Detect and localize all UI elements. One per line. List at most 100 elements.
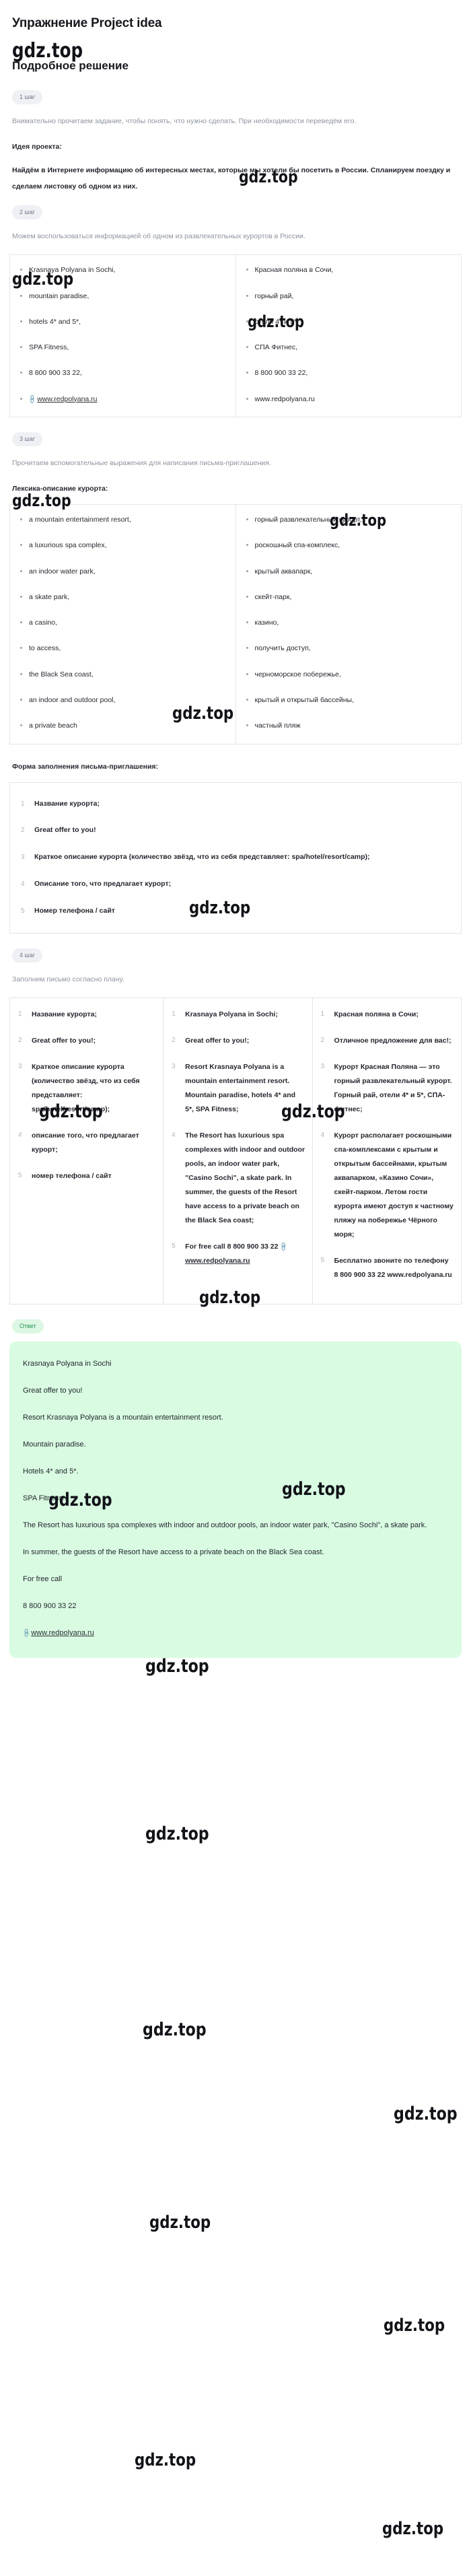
solution-page: Упражнение Project idea Подробное решени… — [0, 0, 471, 2539]
list-item: описание того, что предлагает курорт; — [18, 1129, 139, 1154]
list-item: скейт-парк, — [246, 592, 455, 602]
answer-line: Great offer to you! — [23, 1387, 83, 1395]
step3-form-box: Название курорта; Great offer to you! Кр… — [9, 781, 462, 934]
redpolyana-link[interactable]: www.redpolyana.ru — [185, 1257, 250, 1265]
watermark: gdz.top — [145, 1656, 209, 1677]
list-item: a luxurious spa complex, — [20, 540, 229, 551]
list-item: получить доступ, — [246, 643, 455, 654]
redpolyana-link[interactable]: www.redpolyana.ru — [31, 1629, 94, 1637]
step4-russian-list: Красная поляна в Сочи; Отличное предложе… — [317, 1008, 454, 1282]
list-item: mountain paradise, — [20, 291, 229, 302]
watermark: gdz.top — [394, 2103, 458, 2124]
list-item: номер телефона / сайт — [18, 1169, 112, 1183]
step1-text: Найдём в Интернете информацию об интерес… — [12, 166, 451, 191]
link-icon: 🔗 — [279, 1241, 289, 1252]
step-badge-2: 2 шаг — [12, 205, 43, 220]
step4-english-item5-text: For free call 8 800 900 33 22 — [185, 1243, 281, 1251]
step-badge-3: 3 шаг — [12, 432, 43, 447]
list-item: горный рай, — [246, 291, 455, 302]
list-item: Название курорта; — [21, 798, 100, 810]
watermark: gdz.top — [149, 2213, 211, 2233]
list-item: a skate park, — [20, 592, 229, 602]
step4-english-list: Krasnaya Polyana in Sochi; Great offer t… — [168, 1008, 305, 1268]
list-item: Номер телефона / сайт — [21, 905, 115, 917]
list-item: Название курорта; — [18, 1008, 98, 1021]
list-item: Красная поляна в Сочи; — [321, 1008, 419, 1021]
watermark: gdz.top — [143, 2019, 207, 2040]
list-item: Бесплатно звоните по телефону 8 800 900 … — [321, 1254, 452, 1280]
list-item: hotels 4* and 5*, — [20, 316, 229, 327]
answer-line: For free call — [23, 1575, 63, 1584]
step3-english-list: a mountain entertainment resort, a luxur… — [14, 514, 229, 731]
list-item-with-link: For free call 8 800 900 33 22 🔗 www.redpo… — [168, 1240, 305, 1268]
watermark: gdz.top — [384, 2316, 445, 2336]
step2-table-cell-russian: Красная поляна в Сочи, горный рай, отели… — [235, 254, 462, 418]
step2-vocab-table: Krasnaya Polyana in Sochi, mountain para… — [9, 254, 462, 418]
step4-letter-table: Название курорта; Great offer to you!; К… — [9, 998, 462, 1305]
answer-line: Hotels 4* and 5*. — [23, 1467, 79, 1476]
list-item: Great offer to you!; — [18, 1034, 96, 1047]
watermark: gdz.top — [135, 2450, 196, 2470]
list-item: горный развлекательный курорт, — [246, 514, 455, 525]
step-badge-1: 1 шаг — [12, 90, 43, 104]
list-item: СПА Фитнес, — [246, 342, 455, 353]
step2-english-list: Krasnaya Polyana in Sochi, mountain para… — [14, 265, 229, 405]
list-item: Krasnaya Polyana in Sochi; — [172, 1008, 278, 1021]
list-item: a casino, — [20, 617, 229, 628]
step3-form-heading: Форма заполнения письма-приглашения: — [12, 762, 159, 771]
step3-form-list: Название курорта; Great offer to you! Кр… — [17, 798, 451, 919]
answer-line: Mountain paradise. — [23, 1440, 86, 1449]
step3-table-cell-english: a mountain entertainment resort, a luxur… — [9, 504, 236, 744]
list-item: an indoor water park, — [20, 566, 229, 577]
answer-block: Krasnaya Polyana in Sochi Great offer to… — [9, 1342, 462, 1659]
answer-link-line: 🔗www.redpolyana.ru — [22, 1626, 448, 1640]
list-item: 8 800 900 33 22, — [20, 368, 229, 378]
answer-badge: Ответ — [12, 1319, 44, 1334]
list-item: www.redpolyana.ru — [246, 394, 455, 405]
list-item: Great offer to you!; — [172, 1034, 250, 1047]
list-item: частный пляж — [246, 720, 455, 731]
list-item: Resort Krasnaya Polyana is a mountain en… — [172, 1060, 296, 1114]
answer-line: Krasnaya Polyana in Sochi — [23, 1360, 112, 1368]
list-item: The Resort has luxurious spa complexes w… — [172, 1129, 305, 1225]
list-item: 8 800 900 33 22, — [246, 368, 455, 378]
list-item-link[interactable]: 🔗www.redpolyana.ru — [20, 394, 229, 405]
step4-intro: Заполним письмо согласно плану. — [12, 975, 124, 984]
list-item: Курорт располагает роскошными спа-компле… — [321, 1129, 454, 1239]
step2-intro: Можем воспользоваться информацией об одн… — [12, 232, 305, 241]
step3-russian-list: горный развлекательный курорт, роскошный… — [240, 514, 455, 731]
step3-table-cell-russian: горный развлекательный курорт, роскошный… — [235, 504, 462, 744]
list-item: Great offer to you! — [21, 824, 96, 837]
list-item: Краткое описание курорта (количество звё… — [21, 851, 370, 864]
list-item: a mountain entertainment resort, — [20, 514, 229, 525]
step-badge-4: 4 шаг — [12, 948, 43, 963]
step2-table-cell-english: Krasnaya Polyana in Sochi, mountain para… — [9, 254, 236, 418]
step4-cell-russian: Красная поляна в Сочи; Отличное предложе… — [312, 998, 462, 1305]
list-item: to access, — [20, 643, 229, 654]
step1-heading: Идея проекта: — [12, 143, 62, 151]
answer-line: The Resort has luxurious spa complexes w… — [23, 1521, 427, 1530]
list-item: SPA Fitness, — [20, 342, 229, 353]
step4-plan-list: Название курорта; Great offer to you!; К… — [14, 1008, 156, 1183]
list-item: the Black Sea coast, — [20, 669, 229, 680]
answer-line: Resort Krasnaya Polyana is a mountain en… — [23, 1414, 223, 1422]
step4-cell-english: Krasnaya Polyana in Sochi; Great offer t… — [163, 998, 313, 1305]
redpolyana-link[interactable]: www.redpolyana.ru — [37, 395, 97, 403]
list-item: an indoor and outdoor pool, — [20, 695, 229, 705]
list-item: Описание того, что предлагает курорт; — [21, 878, 172, 891]
step2-russian-list: Красная поляна в Сочи, горный рай, отели… — [240, 265, 455, 405]
page-title: Упражнение Project idea — [12, 16, 162, 30]
list-item: отели 4* и 5*, — [246, 316, 455, 327]
step1-intro: Внимательно прочитаем задание, чтобы пон… — [12, 117, 357, 125]
list-item: Курорт Красная Поляна — это горный развл… — [321, 1060, 452, 1114]
list-item: Отличное предложение для вас!; — [321, 1034, 451, 1047]
step4-cell-plan: Название курорта; Great offer to you!; К… — [9, 998, 164, 1305]
step3-intro: Прочитаем вспомогательные выражения для … — [12, 459, 271, 468]
answer-line: In summer, the guests of the Resort have… — [23, 1548, 324, 1557]
list-item: Красная поляна в Сочи, — [246, 265, 455, 275]
list-item: a private beach — [20, 720, 229, 731]
step3-vocab-table: a mountain entertainment resort, a luxur… — [9, 504, 462, 744]
section-heading-detailed-solution: Подробное решение — [12, 59, 129, 72]
list-item: Краткое описание курорта (количество звё… — [18, 1060, 140, 1114]
list-item: крытый и открытый бассейны, — [246, 695, 455, 705]
